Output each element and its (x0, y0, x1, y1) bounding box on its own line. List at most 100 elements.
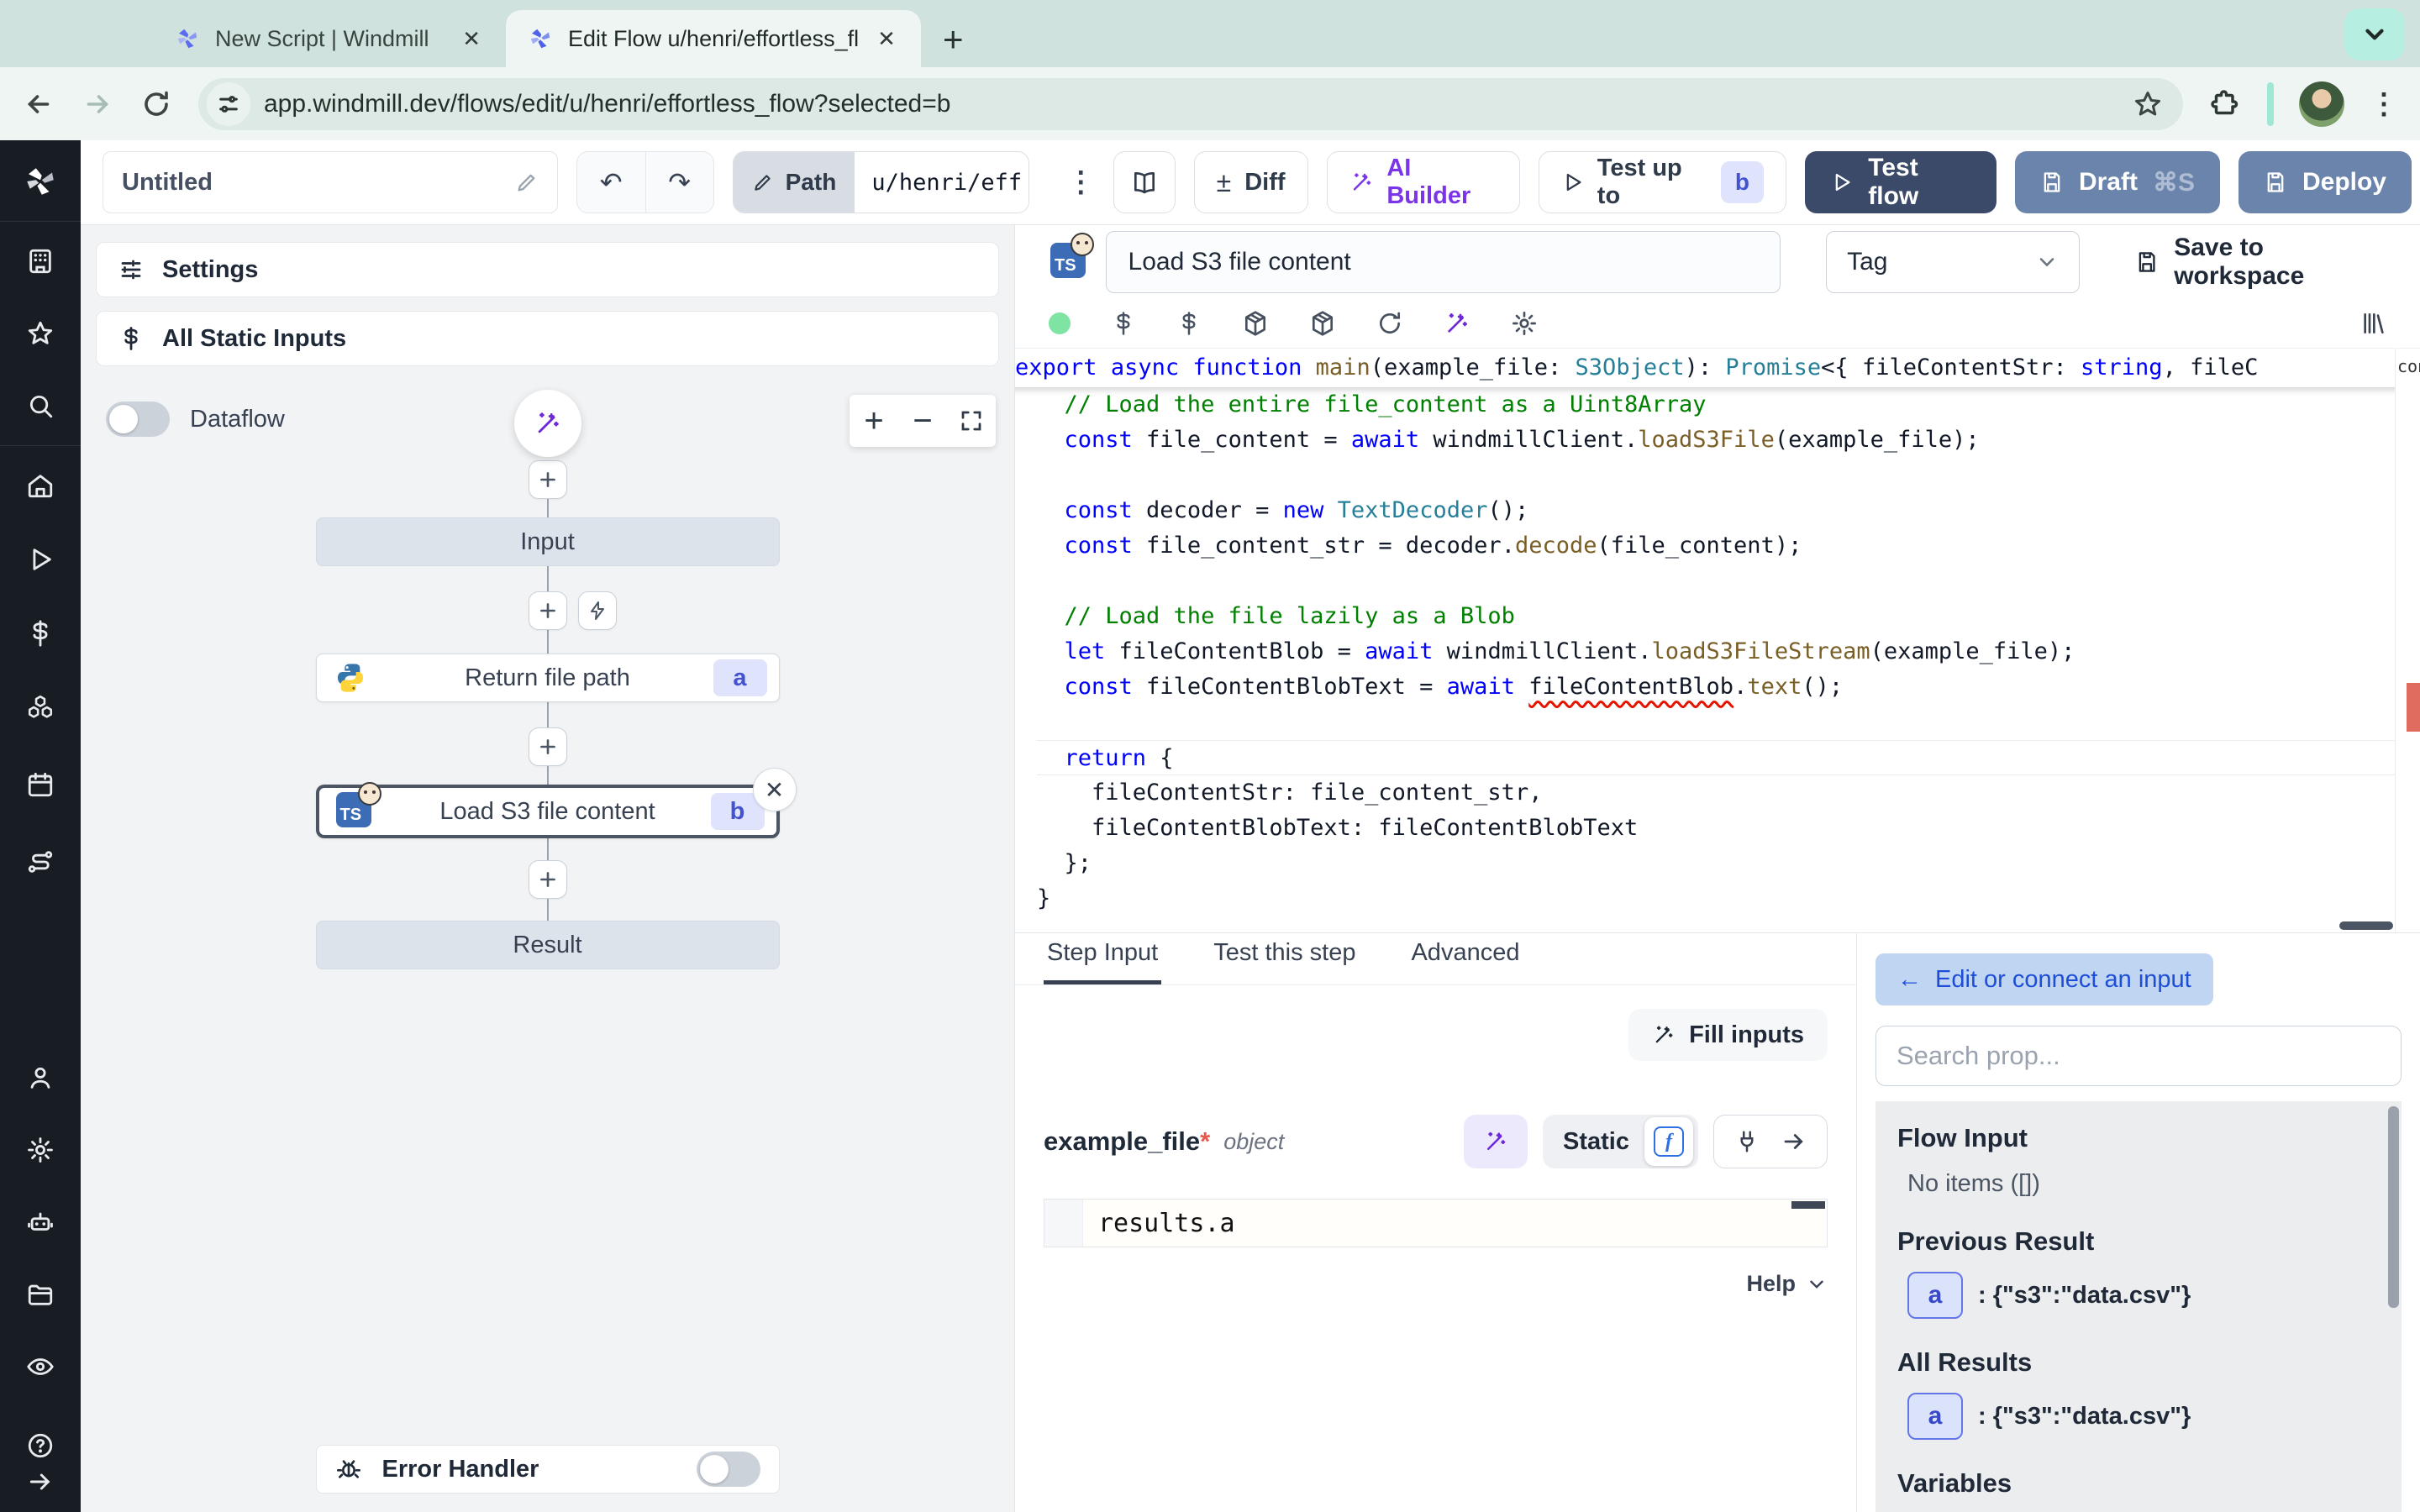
url-text[interactable]: app.windmill.dev/flows/edit/u/henri/effo… (264, 90, 2119, 118)
users-icon[interactable] (13, 1052, 67, 1104)
package-icon[interactable] (1309, 310, 1336, 337)
static-toggle-group[interactable]: Static f (1543, 1115, 1698, 1168)
favorites-star-icon[interactable] (13, 307, 67, 360)
fullscreen-button[interactable] (947, 395, 996, 447)
docs-book-button[interactable] (1113, 151, 1175, 213)
new-tab-button[interactable]: + (943, 22, 964, 57)
add-step-button[interactable] (529, 860, 567, 899)
editor-settings-gear-icon[interactable] (1511, 310, 1538, 337)
tab-test-this-step[interactable]: Test this step (1210, 939, 1359, 984)
runs-play-icon[interactable] (13, 533, 67, 585)
tab-step-input[interactable]: Step Input (1044, 939, 1161, 984)
path-value[interactable]: u/henri/eff (855, 152, 1029, 213)
browser-tab-edit-flow[interactable]: Edit Flow u/henri/effortless_fl ✕ (506, 10, 921, 67)
schedules-calendar-icon[interactable] (13, 759, 67, 811)
back-icon[interactable] (22, 87, 55, 121)
url-pill[interactable]: app.windmill.dev/flows/edit/u/henri/effo… (198, 78, 2183, 130)
search-prop-input[interactable] (1876, 1026, 2402, 1086)
fx-mode-button[interactable]: f (1644, 1117, 1693, 1166)
expression-input[interactable]: results.a (1044, 1199, 1828, 1247)
save-to-workspace-button[interactable]: Save to workspace (2135, 234, 2388, 291)
test-up-to-button[interactable]: Test up to b (1539, 151, 1786, 213)
redo-button[interactable]: ↷ (645, 152, 713, 213)
code-editor[interactable]: export async function main(example_file:… (1015, 348, 2420, 932)
workers-bot-icon[interactable] (13, 1196, 67, 1248)
remove-step-button[interactable]: ✕ (753, 768, 797, 811)
expression-value[interactable]: results.a (1083, 1200, 1827, 1247)
undo-button[interactable]: ↶ (577, 152, 645, 213)
routes-icon[interactable] (13, 836, 67, 888)
home-icon[interactable] (13, 459, 67, 512)
step-node-a[interactable]: Return file path a (316, 654, 780, 702)
extensions-icon[interactable] (2208, 87, 2242, 121)
result-node[interactable]: Result (316, 921, 780, 969)
arrow-right-icon[interactable] (1781, 1129, 1807, 1154)
path-label-segment[interactable]: Path (734, 152, 855, 213)
result-badge[interactable]: a (1907, 1393, 1963, 1440)
flow-title-input[interactable]: Untitled (103, 151, 558, 213)
package-icon[interactable] (1242, 310, 1269, 337)
result-row[interactable]: a: {"s3":"data.csv"} (1907, 1393, 2380, 1440)
edit-or-connect-button[interactable]: ← Edit or connect an input (1876, 953, 2213, 1005)
workspace-icon[interactable] (13, 235, 67, 287)
add-step-button[interactable] (529, 460, 567, 499)
zoom-out-button[interactable]: − (898, 395, 947, 447)
library-panel-icon[interactable] (2360, 310, 2386, 337)
bookmark-star-icon[interactable] (2133, 89, 2163, 119)
browser-menu-icon[interactable]: ⋮ (2370, 87, 2398, 121)
horizontal-scrollbar[interactable] (2339, 921, 2393, 930)
tab-close-icon[interactable]: ✕ (459, 26, 484, 52)
diff-button[interactable]: ± Diff (1194, 151, 1308, 213)
more-options-icon[interactable]: ⋮ (1066, 165, 1095, 199)
prop-picker-scrollbar[interactable] (2388, 1106, 2399, 1308)
resources-dollar-icon[interactable] (1176, 311, 1202, 336)
dataflow-toggle[interactable] (106, 402, 170, 437)
edit-pencil-icon[interactable] (515, 171, 539, 194)
search-icon[interactable] (13, 380, 67, 432)
variables-dollar-icon[interactable] (1111, 311, 1136, 336)
fill-inputs-button[interactable]: Fill inputs (1628, 1009, 1828, 1061)
draft-button[interactable]: Draft ⌘S (2015, 151, 2220, 213)
tab-search-button[interactable] (2344, 8, 2405, 60)
ai-fill-button[interactable] (1464, 1115, 1528, 1168)
test-flow-button[interactable]: Test flow (1805, 151, 1996, 213)
reset-refresh-icon[interactable] (1376, 310, 1403, 337)
ai-flow-wand-button[interactable] (514, 390, 581, 457)
collapse-arrow-icon[interactable] (13, 1465, 67, 1499)
flow-settings-row[interactable]: Settings (96, 242, 999, 297)
add-step-button[interactable] (529, 591, 567, 630)
zoom-in-button[interactable]: + (850, 395, 898, 447)
settings-gear-icon[interactable] (13, 1124, 67, 1176)
deploy-button[interactable]: Deploy (2238, 151, 2412, 213)
input-node[interactable]: Input (316, 517, 780, 566)
tab-advanced[interactable]: Advanced (1407, 939, 1523, 984)
profile-avatar[interactable] (2299, 81, 2344, 127)
windmill-logo[interactable] (13, 155, 67, 207)
step-name-input[interactable]: Load S3 file content (1106, 231, 1781, 293)
all-static-inputs-row[interactable]: All Static Inputs (96, 311, 999, 366)
trigger-bolt-button[interactable] (578, 591, 617, 630)
ai-wand-icon[interactable] (1444, 310, 1470, 337)
tab-close-icon[interactable]: ✕ (874, 26, 899, 52)
path-control[interactable]: Path u/henri/eff (733, 151, 1030, 213)
tag-select[interactable]: Tag (1826, 231, 2080, 293)
help-icon[interactable] (13, 1426, 67, 1465)
reload-icon[interactable] (139, 87, 173, 121)
error-handler-toggle[interactable] (697, 1452, 760, 1487)
step-node-b-selected[interactable]: TS Load S3 file content b ✕ (316, 785, 780, 838)
audit-eye-icon[interactable] (13, 1341, 67, 1393)
variables-dollar-icon[interactable] (13, 607, 67, 659)
result-row[interactable]: a: {"s3":"data.csv"} (1907, 1272, 2380, 1319)
error-handler-card[interactable]: Error Handler (316, 1445, 780, 1494)
site-settings-icon[interactable] (207, 82, 250, 126)
resources-boxes-icon[interactable] (13, 681, 67, 733)
add-step-button[interactable] (529, 727, 567, 766)
code-minimap[interactable]: con (2395, 349, 2420, 932)
result-badge[interactable]: a (1907, 1272, 1963, 1319)
forward-icon[interactable] (81, 87, 114, 121)
browser-tab-new-script[interactable]: New Script | Windmill ✕ (153, 10, 506, 67)
plug-icon[interactable] (1734, 1129, 1760, 1154)
ai-builder-button[interactable]: AI Builder (1327, 151, 1520, 213)
help-row[interactable]: Help (1044, 1271, 1828, 1297)
folders-icon[interactable] (13, 1268, 67, 1320)
